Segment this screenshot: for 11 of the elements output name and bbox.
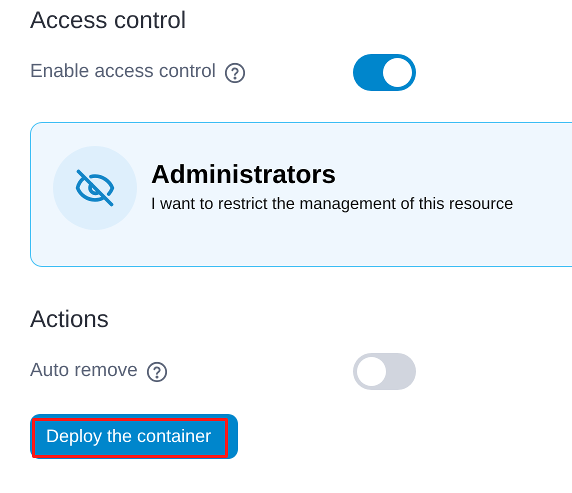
toggle-label: Enable access control [30,60,216,84]
toggle-switch[interactable] [353,54,416,91]
section-title: Access control [30,6,188,36]
toggle-switch[interactable] [353,353,416,390]
option-card[interactable]: Administrators I want to restrict the management of this resource [30,122,572,267]
help-icon[interactable] [146,360,168,382]
toggle-label: Auto remove [30,359,138,384]
option-description: I want to restrict the management of this resource [151,194,514,216]
option-title: Administrators [151,158,337,190]
section-title: Actions [30,305,110,335]
help-icon[interactable] [224,62,246,84]
